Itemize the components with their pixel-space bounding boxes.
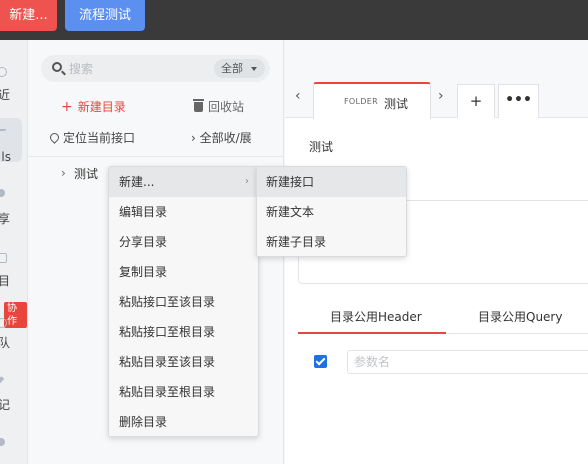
new-button[interactable]: 新建... [0,0,57,31]
nav-item-team[interactable]: 队 [0,334,10,351]
scope-label: 全部 [221,62,243,75]
recycle-bin-button[interactable]: 回收站 [193,98,245,116]
add-tab-button[interactable]: + [457,84,495,118]
user-icon [0,438,5,446]
menu-item-paste-api-root[interactable]: 粘贴接口至根目录 [109,317,258,347]
param-enable-checkbox[interactable] [314,355,327,368]
nav-item-notes[interactable]: 记 [0,396,10,413]
recycle-bin-label: 回收站 [208,100,245,114]
tab-bar: ‹ FOLDER 测试 › + ••• [285,40,588,119]
new-submenu: 新建接口 新建文本 新建子目录 [256,166,407,257]
folder-icon [0,253,7,263]
chevron-right-icon[interactable]: › [61,166,66,180]
add-directory-button[interactable]: + 新建目录 [61,98,126,116]
plus-icon: + [61,99,73,115]
top-bar: 新建... 流程测试 [0,0,588,40]
tree-item-label: 测试 [74,167,99,181]
nav-item-apis[interactable]: ls [0,150,11,164]
menu-item-paste-dir-root[interactable]: 粘贴目录至根目录 [109,377,258,407]
more-tabs-button[interactable]: ••• [498,84,539,118]
sidebar-tools: 定位当前接口 › 全部收/展 [28,129,284,149]
sidebar-actions: + 新建目录 回收站 [28,98,284,118]
menu-item-new-text[interactable]: 新建文本 [257,197,406,227]
tab-directory-header[interactable]: 目录公用Header [330,308,422,325]
nav-item-recent[interactable]: 近 [0,86,10,103]
menu-item-new-subdirectory[interactable]: 新建子目录 [257,227,406,257]
share-icon [0,189,5,197]
flow-test-button[interactable]: 流程测试 [65,0,145,31]
menu-item-delete-directory[interactable]: 删除目录 [109,407,258,437]
left-nav: 近 ls 享 目 协作 队 记 [0,40,28,464]
context-menu: 新建... › 编辑目录 分享目录 复制目录 粘贴接口至该目录 粘贴接口至根目录… [108,166,259,437]
expand-collapse-all-button[interactable]: › 全部收/展 [191,129,252,147]
menu-item-new[interactable]: 新建... › [109,167,258,197]
note-icon [0,376,5,387]
search-bar: 全部 [41,55,270,82]
caret-down-icon [251,67,257,71]
locate-current-api-button[interactable]: 定位当前接口 [48,129,136,147]
chevron-right-icon: › [245,176,249,187]
param-name-input[interactable] [347,350,588,374]
tab-directory-query[interactable]: 目录公用Query [478,308,562,325]
folder-title: 测试 [309,140,334,154]
nav-item-directory[interactable]: 目 [0,272,10,289]
search-icon [52,62,62,72]
trash-icon [193,99,204,112]
menu-item-paste-api-here[interactable]: 粘贴接口至该目录 [109,287,258,317]
tab-name-label: 测试 [384,97,409,111]
location-pin-icon [48,131,61,144]
chevron-left-icon[interactable]: ‹ [295,88,301,104]
clock-icon [0,67,7,77]
tab-type-label: FOLDER [344,97,378,106]
menu-item-new-api[interactable]: 新建接口 [257,167,406,197]
api-icon [0,127,6,131]
search-input[interactable] [69,60,209,77]
chevron-right-icon: › [191,131,200,145]
nav-item-share[interactable]: 享 [0,210,10,227]
active-subtab-indicator [298,332,446,334]
scope-select[interactable]: 全部 [214,59,265,78]
collab-badge: 协作 [4,302,27,328]
tab-folder-active[interactable]: FOLDER 测试 [313,82,431,119]
menu-item-share-directory[interactable]: 分享目录 [109,227,258,257]
menu-item-edit-directory[interactable]: 编辑目录 [109,197,258,227]
menu-item-paste-dir-here[interactable]: 粘贴目录至该目录 [109,347,258,377]
menu-item-copy-directory[interactable]: 复制目录 [109,257,258,287]
chevron-right-icon[interactable]: › [438,88,444,104]
locate-label: 定位当前接口 [63,131,136,145]
menu-item-label: 新建... [119,175,155,189]
expand-all-label: 全部收/展 [199,131,252,145]
add-directory-label: 新建目录 [77,100,126,114]
